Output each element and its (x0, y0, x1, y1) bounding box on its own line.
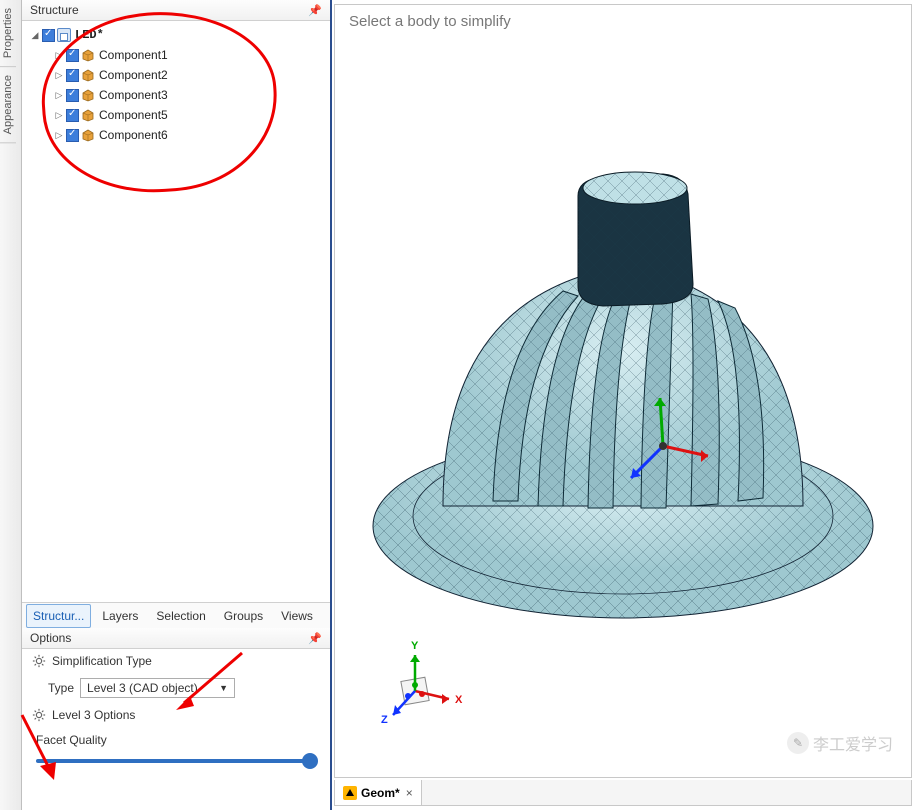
type-dropdown[interactable]: Level 3 (CAD object) ▼ (80, 678, 235, 698)
type-label: Type (48, 681, 74, 695)
type-selector-row: Type Level 3 (CAD object) ▼ (22, 673, 330, 703)
svg-text:Z: Z (381, 714, 388, 726)
structure-panel-title: Structure (30, 3, 79, 17)
facet-quality-row: Facet Quality (22, 727, 330, 769)
pin-icon[interactable]: 📌 (308, 632, 322, 645)
options-panel-header: Options 📌 (22, 628, 330, 649)
document-tab-bar: Geom* × (334, 780, 912, 806)
tree-item-label: Component2 (99, 68, 168, 82)
visibility-checkbox[interactable] (66, 129, 79, 142)
document-tab-label: Geom* (361, 786, 400, 800)
visibility-checkbox[interactable] (66, 69, 79, 82)
expander-icon[interactable]: ▷ (54, 50, 64, 60)
tree-root-label: LED* (75, 28, 104, 42)
simplification-type-label: Simplification Type (52, 654, 152, 668)
tree-item-label: Component6 (99, 128, 168, 142)
simplification-type-row: Simplification Type (22, 649, 330, 673)
tree-item-label: Component5 (99, 108, 168, 122)
tree-row[interactable]: ▷ Component2 (30, 65, 330, 85)
level3-options-row: Level 3 Options (22, 703, 330, 727)
tree-item-label: Component1 (99, 48, 168, 62)
tab-selection[interactable]: Selection (149, 604, 212, 628)
vtab-appearance[interactable]: Appearance (0, 67, 16, 143)
tab-views[interactable]: Views (274, 604, 320, 628)
slider-thumb[interactable] (302, 753, 318, 769)
gear-icon (32, 654, 46, 668)
expander-icon[interactable]: ▷ (54, 90, 64, 100)
svg-text:Y: Y (411, 640, 419, 652)
tab-layers[interactable]: Layers (95, 604, 145, 628)
model-mesh (363, 146, 883, 666)
watermark: ✎ 李工爱学习 (787, 731, 893, 755)
visibility-checkbox[interactable] (66, 109, 79, 122)
watermark-icon: ✎ (787, 732, 809, 754)
expander-icon[interactable]: ◢ (30, 30, 40, 40)
component-icon (81, 48, 95, 62)
left-panel: Structure 📌 ◢ LED* ▷ Component1 ▷ Compon… (22, 0, 332, 810)
tab-groups[interactable]: Groups (217, 604, 270, 628)
visibility-checkbox[interactable] (66, 49, 79, 62)
structure-panel-header: Structure 📌 (22, 0, 330, 21)
tree-root-row[interactable]: ◢ LED* (30, 25, 330, 45)
component-icon (81, 128, 95, 142)
tree-row[interactable]: ▷ Component1 (30, 45, 330, 65)
chevron-down-icon: ▼ (219, 683, 228, 693)
document-tab-geom[interactable]: Geom* × (335, 780, 422, 805)
component-icon (81, 68, 95, 82)
tab-structure[interactable]: Structur... (26, 604, 91, 628)
expander-icon[interactable]: ▷ (54, 130, 64, 140)
slider-track (36, 759, 316, 763)
facet-quality-slider[interactable] (36, 751, 316, 769)
visibility-checkbox[interactable] (66, 89, 79, 102)
model-tree: ◢ LED* ▷ Component1 ▷ Component2 ▷ (22, 21, 330, 149)
expander-icon[interactable]: ▷ (54, 110, 64, 120)
component-icon (81, 108, 95, 122)
tree-row[interactable]: ▷ Component6 (30, 125, 330, 145)
vtab-properties[interactable]: Properties (0, 0, 16, 67)
vertical-tab-strip: Properties Appearance (0, 0, 22, 810)
visibility-checkbox[interactable] (42, 29, 55, 42)
component-icon (81, 88, 95, 102)
options-panel: Options 📌 Simplification Type Type Level… (22, 628, 330, 810)
level3-options-label: Level 3 Options (52, 708, 135, 722)
pin-icon[interactable]: 📌 (308, 4, 322, 17)
facet-quality-label: Facet Quality (36, 733, 107, 747)
left-panel-tabs: Structur... Layers Selection Groups View… (22, 602, 330, 628)
orientation-triad[interactable]: X Y Z (379, 637, 469, 727)
assembly-icon (57, 28, 71, 42)
gear-icon (32, 708, 46, 722)
tree-row[interactable]: ▷ Component3 (30, 85, 330, 105)
ansys-icon (343, 786, 357, 800)
expander-icon[interactable]: ▷ (54, 70, 64, 80)
close-icon[interactable]: × (406, 786, 413, 800)
tree-item-label: Component3 (99, 88, 168, 102)
svg-text:X: X (455, 694, 463, 706)
options-panel-title: Options (30, 631, 71, 645)
viewport-prompt-text: Select a body to simplify (349, 13, 511, 30)
viewport-3d[interactable]: Select a body to simplify (334, 4, 912, 778)
type-dropdown-value: Level 3 (CAD object) (87, 681, 198, 695)
tree-row[interactable]: ▷ Component5 (30, 105, 330, 125)
watermark-text: 李工爱学习 (813, 731, 893, 755)
